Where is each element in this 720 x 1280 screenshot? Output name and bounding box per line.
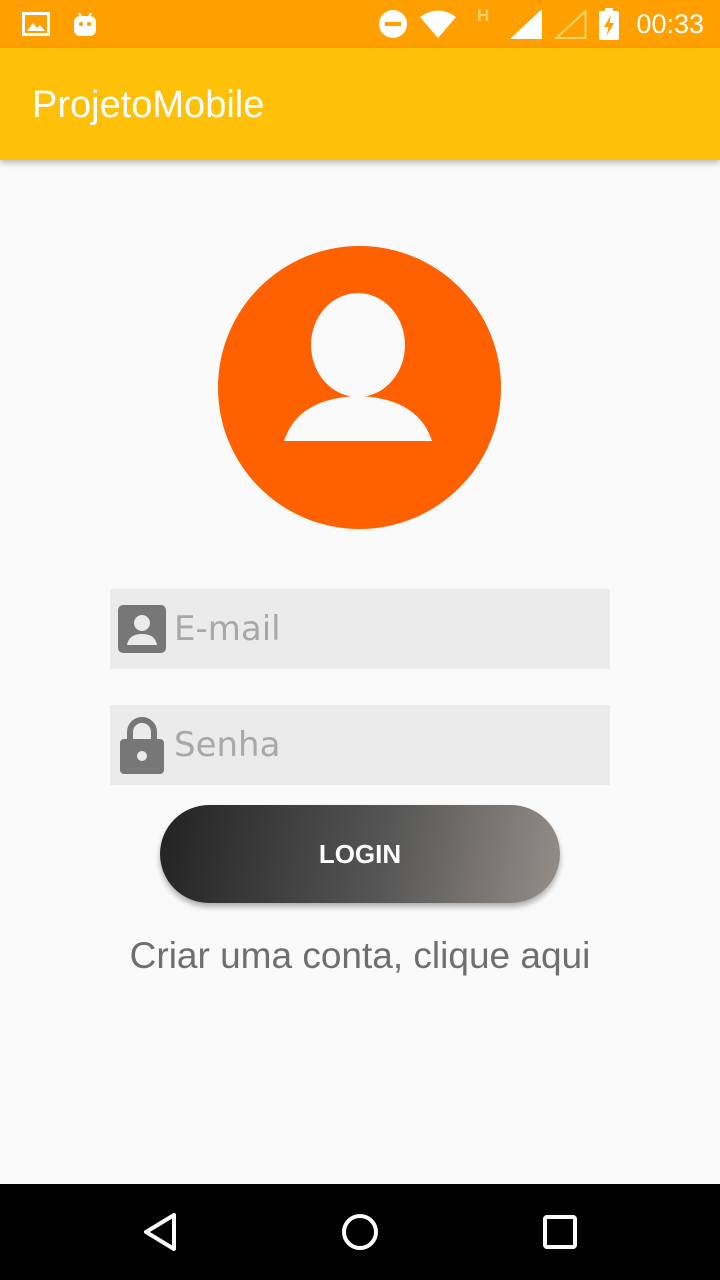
android-icon bbox=[72, 0, 98, 48]
lock-icon bbox=[110, 705, 174, 785]
login-button[interactable]: LOGIN bbox=[160, 805, 560, 903]
signup-link[interactable]: Criar uma conta, clique aqui bbox=[0, 935, 720, 977]
home-icon[interactable] bbox=[300, 1184, 420, 1280]
password-input[interactable] bbox=[174, 705, 594, 785]
back-icon[interactable] bbox=[100, 1184, 220, 1280]
app-bar: ProjetoMobile bbox=[0, 48, 720, 160]
email-field[interactable] bbox=[110, 589, 610, 669]
password-field[interactable] bbox=[110, 705, 610, 785]
app-title: ProjetoMobile bbox=[32, 84, 265, 126]
recents-icon[interactable] bbox=[500, 1184, 620, 1280]
h-network-icon: H bbox=[477, 0, 489, 48]
signal-empty-icon bbox=[555, 0, 587, 48]
email-input[interactable] bbox=[174, 589, 594, 669]
person-icon bbox=[218, 246, 501, 529]
status-bar: H 00:33 bbox=[0, 0, 720, 48]
image-icon bbox=[22, 0, 50, 48]
signal-icon bbox=[510, 0, 542, 48]
battery-charging-icon bbox=[598, 0, 620, 48]
status-time: 00:33 bbox=[636, 9, 704, 39]
avatar bbox=[218, 246, 501, 529]
account-box-icon bbox=[110, 589, 174, 669]
wifi-icon bbox=[420, 0, 456, 48]
do-not-disturb-icon bbox=[378, 0, 408, 48]
network-type-label: H bbox=[477, 6, 490, 25]
nav-bar bbox=[0, 1184, 720, 1280]
